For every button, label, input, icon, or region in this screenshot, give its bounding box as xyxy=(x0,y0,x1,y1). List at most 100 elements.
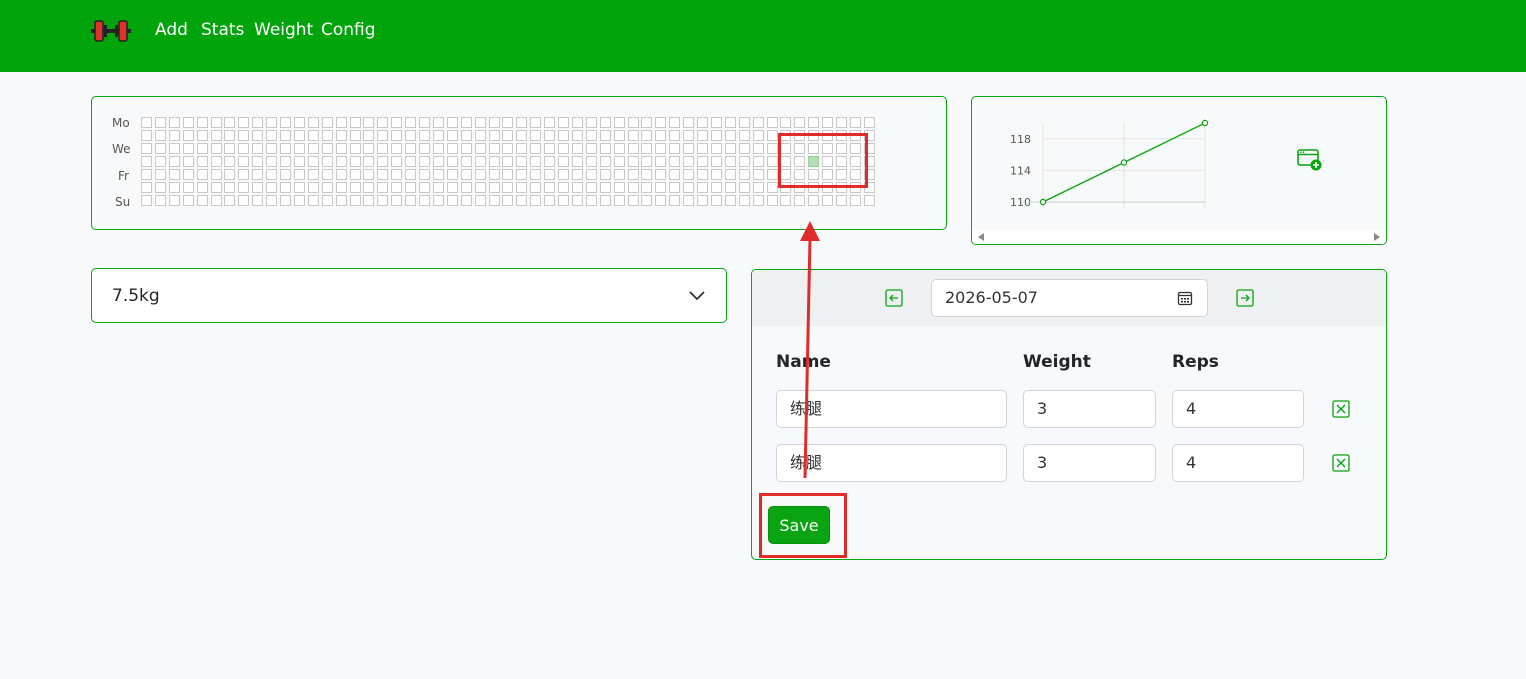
heatmap-cell[interactable] xyxy=(460,130,472,141)
heatmap-cell[interactable] xyxy=(446,182,458,193)
heatmap-cell[interactable] xyxy=(266,195,278,206)
heatmap-cell[interactable] xyxy=(293,169,305,180)
heatmap-cell[interactable] xyxy=(516,169,528,180)
heatmap-cell[interactable] xyxy=(697,130,708,141)
heatmap-cell[interactable] xyxy=(516,117,528,128)
heatmap-cell[interactable] xyxy=(307,182,319,193)
heatmap-cell[interactable] xyxy=(822,117,834,128)
heatmap-cell[interactable] xyxy=(154,169,166,180)
heatmap-cell[interactable] xyxy=(460,182,472,193)
heatmap-cell[interactable] xyxy=(432,169,444,180)
heatmap-cell[interactable] xyxy=(460,156,472,167)
heatmap-cell[interactable] xyxy=(280,117,291,128)
heatmap-cell[interactable] xyxy=(710,130,722,141)
heatmap-cell[interactable] xyxy=(321,143,333,154)
heatmap-cell[interactable] xyxy=(474,156,486,167)
heatmap-cell[interactable] xyxy=(391,130,403,141)
heatmap-cell[interactable] xyxy=(738,130,750,141)
heatmap-cell[interactable] xyxy=(627,117,639,128)
heatmap-cell[interactable] xyxy=(585,169,597,180)
heatmap-cell[interactable] xyxy=(655,169,667,180)
heatmap-cell[interactable] xyxy=(599,143,611,154)
heatmap-cell[interactable] xyxy=(669,182,681,193)
heatmap-cell[interactable] xyxy=(238,169,250,180)
heatmap-cell[interactable] xyxy=(377,143,389,154)
heatmap-cell[interactable] xyxy=(863,117,875,128)
heatmap-cell[interactable] xyxy=(530,169,542,180)
heatmap-cell[interactable] xyxy=(683,143,695,154)
heatmap-cell[interactable] xyxy=(405,143,417,154)
heatmap-cell[interactable] xyxy=(141,182,152,193)
heatmap-cell[interactable] xyxy=(488,130,500,141)
heatmap-cell[interactable] xyxy=(585,143,597,154)
heatmap-cell[interactable] xyxy=(752,156,764,167)
heatmap-cell[interactable] xyxy=(585,182,597,193)
heatmap-cell[interactable] xyxy=(363,156,375,167)
heatmap-cell[interactable] xyxy=(585,117,597,128)
heatmap-cell[interactable] xyxy=(224,143,236,154)
heatmap-cell[interactable] xyxy=(391,117,403,128)
heatmap-cell[interactable] xyxy=(266,143,278,154)
heatmap-cell[interactable] xyxy=(641,117,653,128)
heatmap-cell[interactable] xyxy=(697,195,708,206)
heatmap-cell[interactable] xyxy=(405,195,417,206)
heatmap-cell[interactable] xyxy=(363,195,375,206)
heatmap-cell[interactable] xyxy=(238,195,250,206)
heatmap-cell[interactable] xyxy=(766,117,778,128)
heatmap-cell[interactable] xyxy=(293,117,305,128)
heatmap-cell[interactable] xyxy=(585,130,597,141)
heatmap-cell[interactable] xyxy=(571,195,583,206)
heatmap-cell[interactable] xyxy=(558,130,569,141)
heatmap-cell[interactable] xyxy=(474,130,486,141)
heatmap-cell[interactable] xyxy=(321,169,333,180)
heatmap-cell[interactable] xyxy=(502,169,514,180)
heatmap-cell[interactable] xyxy=(154,156,166,167)
heatmap-cell[interactable] xyxy=(808,117,820,128)
heatmap-cell[interactable] xyxy=(307,169,319,180)
heatmap-cell[interactable] xyxy=(196,143,208,154)
heatmap-cell[interactable] xyxy=(488,182,500,193)
nav-link-stats[interactable]: Stats xyxy=(201,20,244,40)
heatmap-cell[interactable] xyxy=(627,169,639,180)
heatmap-cell[interactable] xyxy=(558,169,569,180)
heatmap-cell[interactable] xyxy=(738,182,750,193)
heatmap-cell[interactable] xyxy=(168,195,180,206)
heatmap-cell[interactable] xyxy=(488,143,500,154)
heatmap-cell[interactable] xyxy=(168,182,180,193)
heatmap-cell[interactable] xyxy=(141,143,152,154)
heatmap-cell[interactable] xyxy=(599,117,611,128)
heatmap-cell[interactable] xyxy=(363,117,375,128)
heatmap-cell[interactable] xyxy=(224,117,236,128)
heatmap-cell[interactable] xyxy=(571,156,583,167)
heatmap-cell[interactable] xyxy=(210,143,222,154)
heatmap-cell[interactable] xyxy=(168,143,180,154)
close-icon[interactable] xyxy=(1332,454,1350,472)
heatmap-cell[interactable] xyxy=(182,195,194,206)
heatmap-cell[interactable] xyxy=(307,195,319,206)
heatmap-cell[interactable] xyxy=(488,195,500,206)
heatmap-cell[interactable] xyxy=(168,156,180,167)
heatmap-cell[interactable] xyxy=(794,195,806,206)
heatmap-cell[interactable] xyxy=(544,169,556,180)
heatmap-cell[interactable] xyxy=(613,182,625,193)
heatmap-cell[interactable] xyxy=(280,182,291,193)
heatmap-cell[interactable] xyxy=(516,195,528,206)
heatmap-cell[interactable] xyxy=(307,156,319,167)
heatmap-cell[interactable] xyxy=(224,195,236,206)
heatmap-cell[interactable] xyxy=(432,117,444,128)
heatmap-cell[interactable] xyxy=(335,156,347,167)
heatmap-cell[interactable] xyxy=(321,182,333,193)
heatmap-cell[interactable] xyxy=(710,169,722,180)
heatmap-cell[interactable] xyxy=(502,130,514,141)
heatmap-cell[interactable] xyxy=(419,117,430,128)
heatmap-cell[interactable] xyxy=(613,169,625,180)
scroll-right-icon[interactable] xyxy=(1374,233,1380,241)
heatmap-cell[interactable] xyxy=(321,195,333,206)
heatmap-cell[interactable] xyxy=(266,117,278,128)
heatmap-cell[interactable] xyxy=(738,195,750,206)
heatmap-cell[interactable] xyxy=(836,117,847,128)
heatmap-cell[interactable] xyxy=(752,143,764,154)
heatmap-cell[interactable] xyxy=(558,195,569,206)
date-input[interactable]: 2026-05-07 xyxy=(931,279,1208,317)
heatmap-cell[interactable] xyxy=(599,130,611,141)
